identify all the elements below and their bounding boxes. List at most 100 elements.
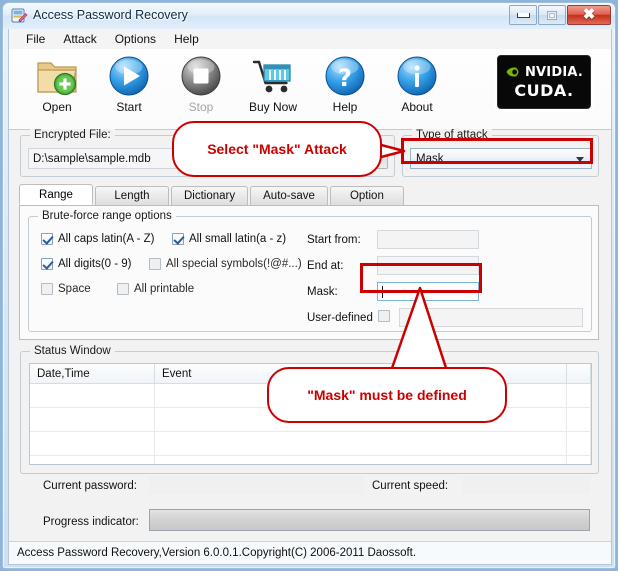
- window-controls: ✖: [508, 5, 611, 26]
- svg-text:?: ?: [338, 64, 352, 92]
- checkbox-box: [378, 310, 390, 322]
- toolbar-button-start[interactable]: Start: [93, 53, 165, 121]
- toolbar: Open Start Stop Buy Now ? Help About NVI…: [9, 49, 611, 130]
- application-window: Access Password Recovery ✖ File Attack O…: [0, 0, 618, 571]
- cuda-product-text: CUDA.: [514, 80, 574, 100]
- tab-panel-range: Brute-force range options All caps latin…: [19, 205, 599, 340]
- window-frame: Access Password Recovery ✖ File Attack O…: [2, 2, 616, 569]
- chevron-down-icon: [576, 156, 584, 162]
- checkbox-user-defined[interactable]: [378, 310, 395, 322]
- checkbox-box: [149, 258, 161, 270]
- checkbox-all-small-latin[interactable]: All small latin(a - z): [172, 233, 286, 245]
- close-button[interactable]: ✖: [567, 5, 611, 25]
- progress-indicator-label: Progress indicator:: [43, 516, 139, 528]
- checkbox-all-caps-latin[interactable]: All caps latin(A - Z): [41, 233, 155, 245]
- column-header-event[interactable]: Event: [155, 364, 567, 383]
- checkbox-label: All digits(0 - 9): [58, 258, 132, 270]
- table-row[interactable]: [30, 408, 591, 432]
- status-window-caption: Status Window: [30, 345, 115, 357]
- toolbar-label-buy-now: Buy Now: [248, 100, 298, 114]
- toolbar-label-open: Open: [42, 100, 72, 114]
- attack-type-selected-value: Mask: [416, 152, 444, 165]
- checkbox-space[interactable]: Space: [41, 283, 91, 295]
- start-from-label: Start from:: [307, 234, 361, 246]
- encrypted-file-path-input[interactable]: D:\sample\sample.mdb: [28, 148, 348, 169]
- checkbox-all-digits[interactable]: All digits(0 - 9): [41, 258, 132, 270]
- menu-item-attack[interactable]: Attack: [54, 30, 105, 48]
- end-at-input[interactable]: [377, 256, 479, 275]
- checkbox-all-printable[interactable]: All printable: [117, 283, 194, 295]
- user-defined-label: User-defined: [307, 312, 373, 324]
- title-bar: Access Password Recovery ✖: [3, 3, 615, 29]
- tab-range[interactable]: Range: [19, 184, 93, 205]
- status-bar: Access Password Recovery,Version 6.0.0.1…: [9, 541, 611, 564]
- shopping-cart-icon: [250, 53, 296, 99]
- attack-type-group: Type of attack Mask: [402, 129, 599, 177]
- current-password-label: Current password:: [43, 480, 137, 492]
- checkbox-label: Space: [58, 283, 91, 295]
- table-row[interactable]: [30, 384, 591, 408]
- mask-input[interactable]: [377, 282, 479, 301]
- status-bar-text: Access Password Recovery,Version 6.0.0.1…: [17, 547, 417, 559]
- toolbar-label-stop: Stop: [188, 100, 214, 114]
- encrypted-file-group: Encrypted File: D:\sample\sample.mdb ...: [20, 129, 395, 177]
- nvidia-cuda-badge: NVIDIA. CUDA.: [497, 55, 591, 109]
- checkbox-label: All special symbols(!@#...): [166, 258, 302, 270]
- start-from-input[interactable]: [377, 230, 479, 249]
- toolbar-button-about[interactable]: About: [381, 53, 453, 121]
- user-defined-input[interactable]: [399, 308, 583, 327]
- question-mark-icon: ?: [323, 53, 367, 99]
- client-area: File Attack Options Help Open Start Stop…: [8, 29, 612, 565]
- status-window-list[interactable]: Date,Time Event: [29, 363, 592, 465]
- info-icon: [395, 53, 439, 99]
- attack-type-caption: Type of attack: [412, 129, 492, 141]
- minimize-icon: [516, 12, 530, 18]
- checkbox-all-special-symbols[interactable]: All special symbols(!@#...): [149, 258, 302, 270]
- close-icon: ✖: [582, 7, 596, 23]
- checkbox-box: [172, 233, 184, 245]
- menu-item-file[interactable]: File: [17, 30, 54, 48]
- status-window-group: Status Window Date,Time Event: [20, 345, 599, 474]
- toolbar-label-help: Help: [332, 100, 358, 114]
- menu-item-options[interactable]: Options: [106, 30, 165, 48]
- maximize-icon: [547, 10, 557, 20]
- window-title: Access Password Recovery: [33, 8, 188, 22]
- tab-length[interactable]: Length: [95, 186, 169, 205]
- checkbox-label: All printable: [134, 283, 195, 295]
- tab-auto-save[interactable]: Auto-save: [250, 186, 328, 205]
- menu-item-help[interactable]: Help: [165, 30, 208, 48]
- current-speed-label: Current speed:: [372, 480, 449, 492]
- toolbar-button-help[interactable]: ? Help: [309, 53, 381, 121]
- status-list-header: Date,Time Event: [30, 364, 591, 384]
- menu-bar: File Attack Options Help: [9, 29, 611, 50]
- stop-icon: [179, 53, 223, 99]
- current-password-value: [149, 476, 364, 494]
- column-header-date-time[interactable]: Date,Time: [30, 364, 155, 383]
- open-folder-icon: [34, 53, 80, 99]
- minimize-button[interactable]: [509, 5, 537, 25]
- checkbox-label: All caps latin(A - Z): [58, 233, 155, 245]
- play-icon: [107, 53, 151, 99]
- nvidia-eye-icon: [506, 67, 519, 77]
- toolbar-label-about: About: [401, 100, 433, 114]
- app-icon: [11, 7, 28, 24]
- toolbar-button-stop[interactable]: Stop: [165, 53, 237, 121]
- tab-strip: Range Length Dictionary Auto-save Option: [19, 184, 406, 205]
- progress-indicator-bar: [149, 509, 590, 531]
- table-row[interactable]: [30, 432, 591, 456]
- attack-type-select[interactable]: Mask: [410, 148, 592, 169]
- toolbar-button-buy-now[interactable]: Buy Now: [237, 53, 309, 121]
- maximize-button[interactable]: [538, 5, 566, 25]
- checkbox-box: [41, 258, 53, 270]
- tab-dictionary[interactable]: Dictionary: [171, 186, 249, 205]
- checkbox-box: [41, 233, 53, 245]
- toolbar-button-open[interactable]: Open: [21, 53, 93, 121]
- checkbox-label: All small latin(a - z): [189, 233, 287, 245]
- browse-file-button[interactable]: ...: [354, 148, 388, 169]
- column-header-spacer: [567, 364, 591, 383]
- text-cursor: [382, 285, 383, 298]
- end-at-label: End at:: [307, 260, 344, 272]
- table-row[interactable]: [30, 456, 591, 464]
- nvidia-brand-text: NVIDIA.: [524, 64, 584, 80]
- tab-option[interactable]: Option: [329, 186, 404, 205]
